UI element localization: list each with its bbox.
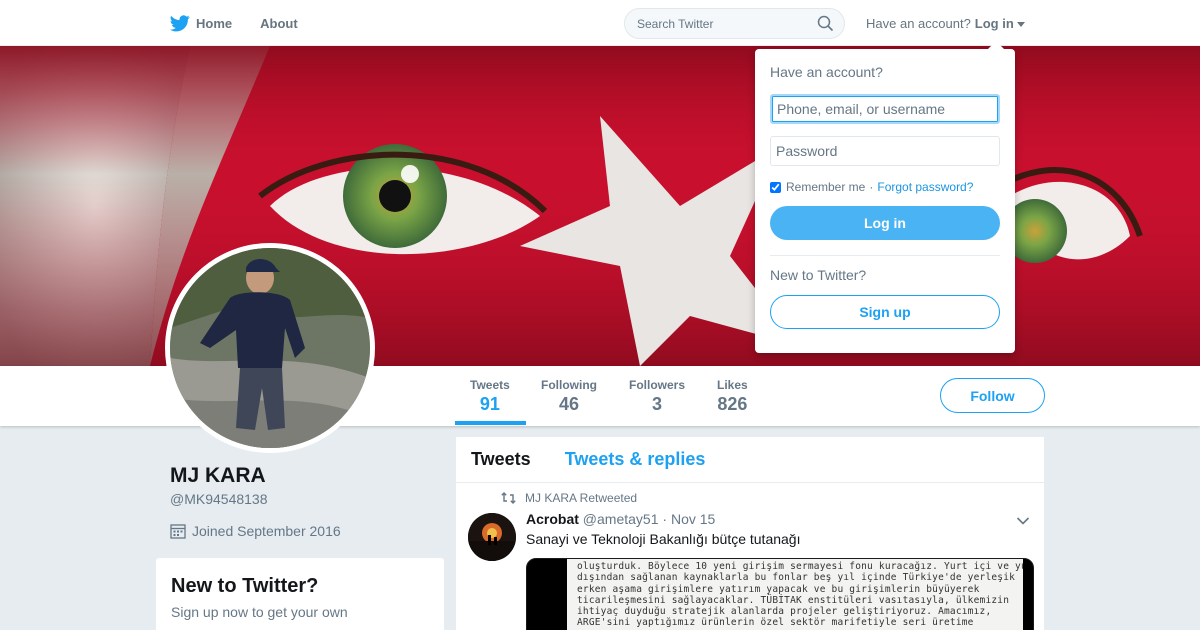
search-box: [624, 8, 845, 39]
login-button[interactable]: Log in: [770, 206, 1000, 240]
profile-joined: Joined September 2016: [170, 523, 341, 539]
search-icon[interactable]: [817, 15, 834, 37]
search-input[interactable]: [625, 9, 805, 38]
tweet-dot-separator: ·: [662, 511, 668, 527]
stat-likes[interactable]: Likes 826: [717, 378, 748, 415]
stat-following-label: Following: [541, 378, 597, 392]
nav-about-link[interactable]: About: [260, 0, 298, 46]
twitter-bird-icon: [170, 14, 190, 32]
login-dropdown: Have an account? Remember me · Forgot pa…: [755, 41, 1015, 353]
caret-down-icon[interactable]: [1016, 21, 1025, 27]
document-image: oluşturduk. Böylece 10 yeni girişim serm…: [567, 559, 1023, 630]
doc-line: dışından sağlanan kaynaklarla bu fonlar …: [577, 572, 1016, 584]
dropdown-arrow: [988, 41, 1004, 49]
remember-me-checkbox[interactable]: [770, 181, 781, 193]
top-navigation: Home About Have an account? Log in: [0, 0, 1200, 46]
account-prompt: Have an account?: [866, 15, 971, 31]
retweet-context: MJ KARA Retweeted: [501, 491, 637, 505]
new-to-twitter-label: New to Twitter?: [770, 267, 867, 283]
profile-joined-text: Joined September 2016: [192, 523, 341, 539]
tweet-header: Acrobat @ametay51 · Nov 15: [526, 511, 715, 527]
nav-home-link[interactable]: Home: [170, 0, 232, 46]
doc-line: oluşturduk. Böylece 10 yeni girişim serm…: [577, 561, 1023, 572]
tweet-date[interactable]: Nov 15: [671, 511, 715, 527]
remember-separator: ·: [869, 180, 874, 194]
dropdown-divider: [770, 255, 1000, 256]
username-field[interactable]: [770, 94, 1000, 124]
active-stat-underline: [455, 421, 526, 425]
account-menu: Have an account? Log in: [866, 0, 1025, 46]
chevron-down-icon[interactable]: [1016, 513, 1030, 531]
signup-button[interactable]: Sign up: [770, 295, 1000, 329]
tweet-text: Sanayi ve Teknoloji Bakanlığı bütçe tuta…: [526, 531, 801, 547]
nav-home-label: Home: [196, 15, 233, 31]
calendar-icon: [170, 523, 186, 539]
timeline: Tweets Tweets & replies MJ KARA Retweete…: [456, 437, 1044, 630]
remember-row: Remember me · Forgot password?: [770, 180, 1000, 194]
tweet-media-image[interactable]: oluşturduk. Böylece 10 yeni girişim serm…: [526, 558, 1034, 630]
tweet-author-name[interactable]: Acrobat: [526, 511, 579, 527]
stat-followers-value: 3: [652, 394, 663, 414]
doc-line: ihtiyaç duyduğu stratejik alanlarda proj…: [577, 606, 992, 618]
profile-avatar[interactable]: [165, 243, 375, 453]
tweet-author-avatar[interactable]: [468, 513, 516, 561]
signup-promo-text: Sign up now to get your own: [171, 604, 348, 620]
remember-me-label[interactable]: Remember me: [786, 180, 865, 194]
profile-name: MJ KARA: [170, 464, 266, 487]
stat-tweets-label: Tweets: [470, 378, 510, 392]
signup-promo-title: New to Twitter?: [171, 575, 319, 597]
stat-followers-label: Followers: [629, 378, 686, 392]
nav-left: Home About: [170, 0, 326, 46]
retweet-icon: [501, 492, 516, 504]
doc-line: ticarileşmesini sağlayacaklar. TÜBİTAK e…: [577, 594, 1010, 606]
login-menu-toggle[interactable]: Log in: [975, 16, 1014, 31]
doc-line: erken aşama girişimlere yatırım yapacak …: [577, 583, 980, 595]
signup-promo-card: New to Twitter? Sign up now to get your …: [156, 558, 444, 630]
stat-likes-label: Likes: [717, 378, 748, 392]
tweet-author-handle[interactable]: @ametay51: [583, 511, 659, 527]
password-field[interactable]: [770, 136, 1000, 166]
stat-following[interactable]: Following 46: [541, 378, 597, 415]
retweet-label: MJ KARA Retweeted: [525, 491, 638, 505]
follow-button[interactable]: Follow: [940, 378, 1045, 413]
tab-tweets[interactable]: Tweets: [471, 449, 531, 470]
stat-tweets-value: 91: [479, 394, 500, 414]
stat-following-value: 46: [558, 394, 580, 414]
tab-tweets-and-replies[interactable]: Tweets & replies: [565, 449, 706, 470]
stat-followers[interactable]: Followers 3: [629, 378, 685, 415]
stat-tweets[interactable]: Tweets 91: [470, 378, 510, 415]
timeline-tabs: Tweets Tweets & replies: [456, 437, 1044, 483]
forgot-password-link[interactable]: Forgot password?: [877, 180, 973, 194]
profile-handle: @MK94548138: [170, 491, 268, 507]
doc-line: ARGE'sini yaptığımız ürünlerin özel sekt…: [577, 617, 974, 629]
stat-likes-value: 826: [717, 394, 748, 414]
login-dropdown-title: Have an account?: [770, 64, 883, 80]
